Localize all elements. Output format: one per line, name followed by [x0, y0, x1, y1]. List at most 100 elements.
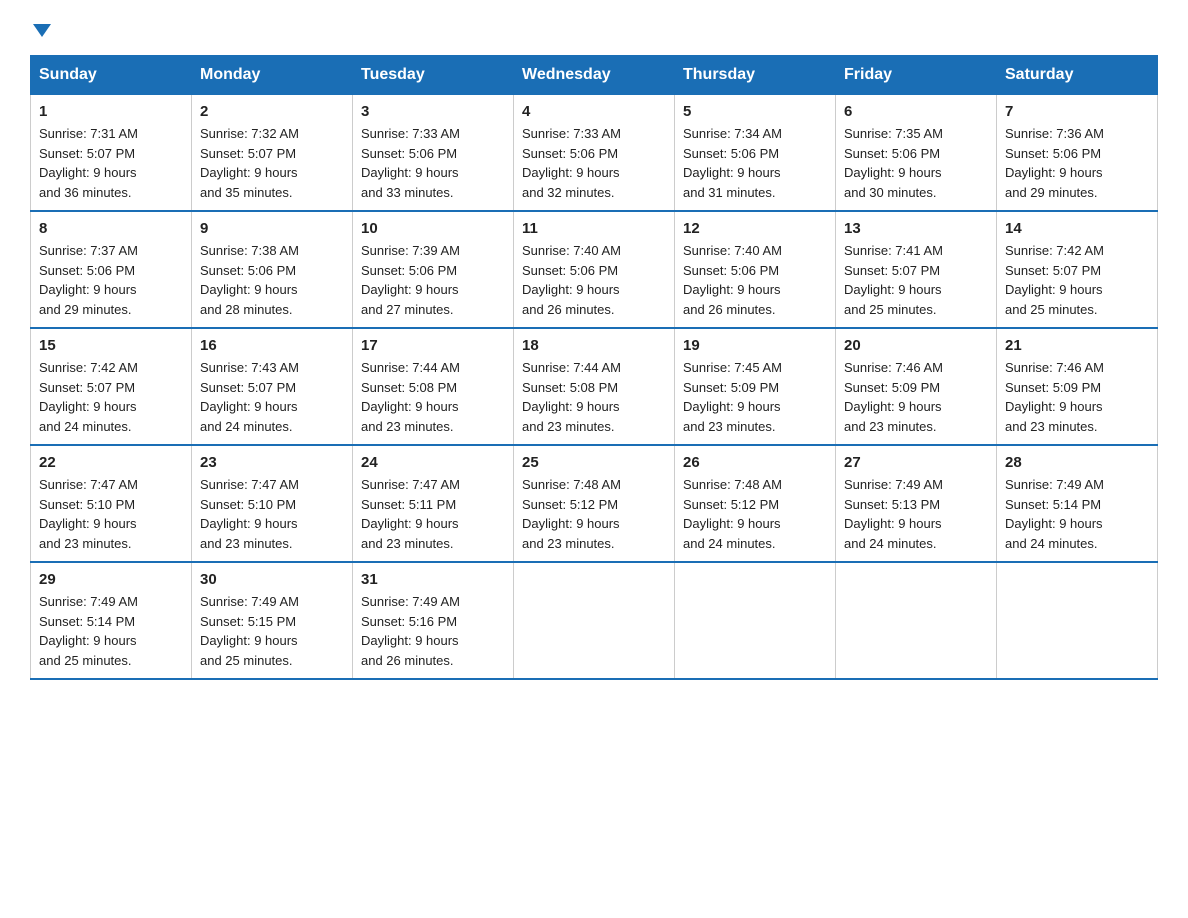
- day-info: Sunrise: 7:42 AMSunset: 5:07 PMDaylight:…: [39, 358, 183, 436]
- day-number: 12: [683, 220, 827, 237]
- day-info: Sunrise: 7:38 AMSunset: 5:06 PMDaylight:…: [200, 241, 344, 319]
- calendar-cell: 30 Sunrise: 7:49 AMSunset: 5:15 PMDayligh…: [192, 562, 353, 679]
- day-number: 13: [844, 220, 988, 237]
- day-number: 15: [39, 337, 183, 354]
- day-number: 22: [39, 454, 183, 471]
- day-info: Sunrise: 7:40 AMSunset: 5:06 PMDaylight:…: [522, 241, 666, 319]
- day-info: Sunrise: 7:49 AMSunset: 5:14 PMDaylight:…: [1005, 475, 1149, 553]
- calendar-cell: 31Sunrise: 7:49 AMSunset: 5:16 PMDayligh…: [353, 562, 514, 679]
- calendar-cell: 4Sunrise: 7:33 AMSunset: 5:06 PMDaylight…: [514, 95, 675, 212]
- col-header-monday: Monday: [192, 56, 353, 95]
- day-info: Sunrise: 7:42 AMSunset: 5:07 PMDaylight:…: [1005, 241, 1149, 319]
- calendar-cell: 23 Sunrise: 7:47 AMSunset: 5:10 PMDayligh…: [192, 445, 353, 562]
- day-number: 17: [361, 337, 505, 354]
- calendar-cell: 12 Sunrise: 7:40 AMSunset: 5:06 PMDayligh…: [675, 211, 836, 328]
- calendar-cell: 29 Sunrise: 7:49 AMSunset: 5:14 PMDayligh…: [31, 562, 192, 679]
- day-info: Sunrise: 7:48 AMSunset: 5:12 PMDaylight:…: [683, 475, 827, 553]
- day-number: 23: [200, 454, 344, 471]
- calendar-cell: 24 Sunrise: 7:47 AMSunset: 5:11 PMDayligh…: [353, 445, 514, 562]
- day-number: 7: [1005, 103, 1149, 120]
- day-info: Sunrise: 7:37 AMSunset: 5:06 PMDaylight:…: [39, 241, 183, 319]
- col-header-sunday: Sunday: [31, 56, 192, 95]
- calendar-cell: 8 Sunrise: 7:37 AMSunset: 5:06 PMDaylight…: [31, 211, 192, 328]
- day-info: Sunrise: 7:47 AMSunset: 5:10 PMDaylight:…: [200, 475, 344, 553]
- day-info: Sunrise: 7:49 AMSunset: 5:14 PMDaylight:…: [39, 592, 183, 670]
- col-header-wednesday: Wednesday: [514, 56, 675, 95]
- day-info: Sunrise: 7:47 AMSunset: 5:10 PMDaylight:…: [39, 475, 183, 553]
- calendar-cell: 1 Sunrise: 7:31 AMSunset: 5:07 PMDaylight…: [31, 95, 192, 212]
- day-number: 8: [39, 220, 183, 237]
- day-info: Sunrise: 7:31 AMSunset: 5:07 PMDaylight:…: [39, 124, 183, 202]
- calendar-cell: 9Sunrise: 7:38 AMSunset: 5:06 PMDaylight…: [192, 211, 353, 328]
- day-number: 5: [683, 103, 827, 120]
- calendar-cell: 10 Sunrise: 7:39 AMSunset: 5:06 PMDayligh…: [353, 211, 514, 328]
- day-info: Sunrise: 7:41 AMSunset: 5:07 PMDaylight:…: [844, 241, 988, 319]
- calendar-cell: [514, 562, 675, 679]
- day-number: 20: [844, 337, 988, 354]
- col-header-tuesday: Tuesday: [353, 56, 514, 95]
- calendar-cell: 26 Sunrise: 7:48 AMSunset: 5:12 PMDayligh…: [675, 445, 836, 562]
- day-number: 6: [844, 103, 988, 120]
- day-info: Sunrise: 7:48 AMSunset: 5:12 PMDaylight:…: [522, 475, 666, 553]
- calendar-cell: 11Sunrise: 7:40 AMSunset: 5:06 PMDayligh…: [514, 211, 675, 328]
- day-number: 24: [361, 454, 505, 471]
- day-info: Sunrise: 7:43 AMSunset: 5:07 PMDaylight:…: [200, 358, 344, 436]
- day-number: 10: [361, 220, 505, 237]
- calendar-cell: 6 Sunrise: 7:35 AMSunset: 5:06 PMDaylight…: [836, 95, 997, 212]
- day-number: 31: [361, 571, 505, 588]
- day-info: Sunrise: 7:39 AMSunset: 5:06 PMDaylight:…: [361, 241, 505, 319]
- day-number: 28: [1005, 454, 1149, 471]
- day-info: Sunrise: 7:35 AMSunset: 5:06 PMDaylight:…: [844, 124, 988, 202]
- col-header-thursday: Thursday: [675, 56, 836, 95]
- calendar-week-row: 8 Sunrise: 7:37 AMSunset: 5:06 PMDaylight…: [31, 211, 1158, 328]
- day-info: Sunrise: 7:40 AMSunset: 5:06 PMDaylight:…: [683, 241, 827, 319]
- calendar-cell: 7 Sunrise: 7:36 AMSunset: 5:06 PMDaylight…: [997, 95, 1158, 212]
- calendar-cell: 17 Sunrise: 7:44 AMSunset: 5:08 PMDayligh…: [353, 328, 514, 445]
- calendar-cell: 28 Sunrise: 7:49 AMSunset: 5:14 PMDayligh…: [997, 445, 1158, 562]
- calendar-cell: [836, 562, 997, 679]
- calendar-week-row: 1 Sunrise: 7:31 AMSunset: 5:07 PMDaylight…: [31, 95, 1158, 212]
- day-number: 27: [844, 454, 988, 471]
- day-info: Sunrise: 7:44 AMSunset: 5:08 PMDaylight:…: [361, 358, 505, 436]
- calendar-cell: 3Sunrise: 7:33 AMSunset: 5:06 PMDaylight…: [353, 95, 514, 212]
- calendar-cell: 21Sunrise: 7:46 AMSunset: 5:09 PMDayligh…: [997, 328, 1158, 445]
- day-info: Sunrise: 7:44 AMSunset: 5:08 PMDaylight:…: [522, 358, 666, 436]
- day-number: 19: [683, 337, 827, 354]
- calendar-cell: 16 Sunrise: 7:43 AMSunset: 5:07 PMDayligh…: [192, 328, 353, 445]
- calendar-cell: 5 Sunrise: 7:34 AMSunset: 5:06 PMDaylight…: [675, 95, 836, 212]
- calendar-cell: [997, 562, 1158, 679]
- calendar-cell: 20Sunrise: 7:46 AMSunset: 5:09 PMDayligh…: [836, 328, 997, 445]
- calendar-cell: 15 Sunrise: 7:42 AMSunset: 5:07 PMDayligh…: [31, 328, 192, 445]
- calendar-header-row: SundayMondayTuesdayWednesdayThursdayFrid…: [31, 56, 1158, 95]
- calendar-week-row: 22 Sunrise: 7:47 AMSunset: 5:10 PMDayligh…: [31, 445, 1158, 562]
- logo: [30, 20, 51, 37]
- day-info: Sunrise: 7:49 AMSunset: 5:15 PMDaylight:…: [200, 592, 344, 670]
- day-info: Sunrise: 7:32 AMSunset: 5:07 PMDaylight:…: [200, 124, 344, 202]
- calendar-cell: 22 Sunrise: 7:47 AMSunset: 5:10 PMDayligh…: [31, 445, 192, 562]
- day-info: Sunrise: 7:36 AMSunset: 5:06 PMDaylight:…: [1005, 124, 1149, 202]
- calendar-cell: 13 Sunrise: 7:41 AMSunset: 5:07 PMDayligh…: [836, 211, 997, 328]
- calendar-cell: 19 Sunrise: 7:45 AMSunset: 5:09 PMDayligh…: [675, 328, 836, 445]
- day-number: 30: [200, 571, 344, 588]
- day-info: Sunrise: 7:34 AMSunset: 5:06 PMDaylight:…: [683, 124, 827, 202]
- day-number: 18: [522, 337, 666, 354]
- day-number: 16: [200, 337, 344, 354]
- calendar-table: SundayMondayTuesdayWednesdayThursdayFrid…: [30, 55, 1158, 680]
- day-info: Sunrise: 7:33 AMSunset: 5:06 PMDaylight:…: [361, 124, 505, 202]
- day-number: 21: [1005, 337, 1149, 354]
- day-info: Sunrise: 7:45 AMSunset: 5:09 PMDaylight:…: [683, 358, 827, 436]
- day-info: Sunrise: 7:33 AMSunset: 5:06 PMDaylight:…: [522, 124, 666, 202]
- calendar-week-row: 29 Sunrise: 7:49 AMSunset: 5:14 PMDayligh…: [31, 562, 1158, 679]
- col-header-friday: Friday: [836, 56, 997, 95]
- calendar-week-row: 15 Sunrise: 7:42 AMSunset: 5:07 PMDayligh…: [31, 328, 1158, 445]
- calendar-cell: [675, 562, 836, 679]
- day-number: 26: [683, 454, 827, 471]
- day-info: Sunrise: 7:47 AMSunset: 5:11 PMDaylight:…: [361, 475, 505, 553]
- day-number: 14: [1005, 220, 1149, 237]
- calendar-cell: 25Sunrise: 7:48 AMSunset: 5:12 PMDayligh…: [514, 445, 675, 562]
- col-header-saturday: Saturday: [997, 56, 1158, 95]
- calendar-cell: 27Sunrise: 7:49 AMSunset: 5:13 PMDayligh…: [836, 445, 997, 562]
- day-number: 29: [39, 571, 183, 588]
- day-number: 1: [39, 103, 183, 120]
- calendar-cell: 14 Sunrise: 7:42 AMSunset: 5:07 PMDayligh…: [997, 211, 1158, 328]
